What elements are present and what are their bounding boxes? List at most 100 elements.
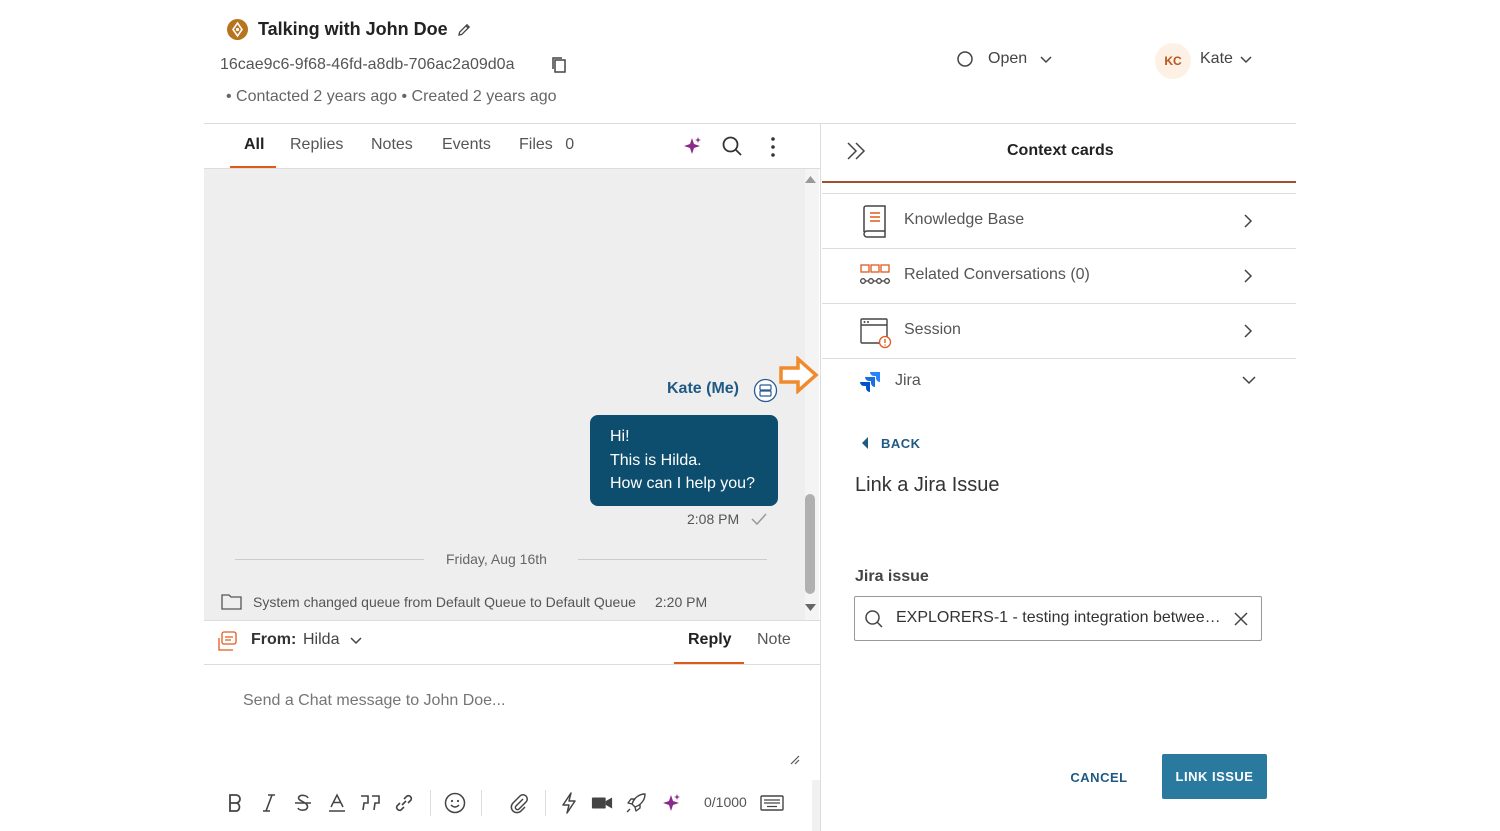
link-icon[interactable]: [393, 792, 415, 814]
message-line: This is Hilda.: [610, 451, 702, 469]
resize-handle-icon[interactable]: [790, 755, 800, 765]
system-event: System changed queue from Default Queue …: [253, 594, 636, 610]
tab-notes[interactable]: Notes: [371, 136, 413, 154]
agent-dropdown[interactable]: Kate: [1200, 50, 1253, 68]
composer-divider: [204, 664, 820, 665]
toolbar-separator: [430, 790, 431, 816]
ai-sparkle-icon[interactable]: [660, 792, 682, 814]
chevron-down-icon: [1239, 52, 1253, 66]
strikethrough-icon[interactable]: [292, 792, 314, 814]
conversation-status-icon: [227, 19, 248, 40]
chat-message-input[interactable]: [243, 692, 783, 710]
lightning-icon[interactable]: [558, 792, 580, 814]
card-related-conversations[interactable]: Related Conversations (0): [822, 249, 1296, 303]
related-conversations-icon: [859, 264, 891, 288]
status-dropdown[interactable]: Open: [956, 50, 1053, 68]
video-icon[interactable]: [591, 792, 613, 814]
card-label: Jira: [895, 372, 921, 389]
back-arrow-icon: [860, 436, 870, 450]
link-jira-title: Link a Jira Issue: [855, 474, 1000, 496]
collapse-panel-icon[interactable]: [845, 141, 867, 161]
emoji-icon[interactable]: [444, 792, 466, 814]
link-issue-button[interactable]: LINK ISSUE: [1162, 754, 1267, 799]
attachment-icon[interactable]: [508, 792, 530, 814]
date-divider-left: [235, 559, 424, 560]
scroll-down-arrow[interactable]: [804, 603, 817, 612]
search-icon[interactable]: [721, 135, 743, 157]
jira-issue-value[interactable]: EXPLORERS-1 - testing integration betwee…: [896, 609, 1221, 627]
from-value: Hilda: [303, 631, 340, 648]
tab-events[interactable]: Events: [442, 136, 491, 154]
agent-name: Kate: [1200, 50, 1233, 67]
composer-scrollbar[interactable]: [812, 780, 820, 831]
tab-note[interactable]: Note: [757, 631, 791, 649]
italic-icon[interactable]: [258, 792, 280, 814]
chevron-down-icon: [349, 633, 363, 647]
copy-icon[interactable]: [550, 56, 568, 74]
tab-all[interactable]: All: [244, 136, 264, 154]
back-link[interactable]: [860, 436, 870, 450]
card-label: Knowledge Base: [904, 211, 1025, 228]
jira-issue-label: Jira issue: [855, 568, 929, 585]
tab-replies[interactable]: Replies: [290, 136, 343, 154]
card-knowledge-base[interactable]: Knowledge Base: [822, 194, 1296, 248]
search-icon: [864, 609, 884, 629]
back-label[interactable]: BACK: [881, 436, 921, 451]
files-count: 0: [565, 136, 575, 153]
chevron-right-icon: [1242, 323, 1254, 339]
session-icon: [859, 317, 893, 349]
ai-sparkle-icon[interactable]: [681, 135, 703, 157]
scroll-up-arrow[interactable]: [804, 175, 817, 184]
avatar[interactable]: KC: [1155, 43, 1191, 79]
rocket-icon[interactable]: [625, 792, 647, 814]
toolbar-separator: [545, 790, 546, 816]
edit-title-icon[interactable]: [456, 22, 472, 38]
date-separator: Friday, Aug 16th: [446, 551, 547, 567]
cancel-button[interactable]: CANCEL: [1064, 760, 1134, 794]
clear-icon[interactable]: [1233, 611, 1249, 627]
book-icon: [860, 204, 888, 238]
card-jira[interactable]: Jira: [822, 359, 1296, 403]
toolbar-separator: [481, 790, 482, 816]
card-session[interactable]: Session: [822, 304, 1296, 358]
chevron-right-icon: [1242, 268, 1254, 284]
message-time: 2:08 PM: [687, 511, 740, 527]
from-dropdown[interactable]: Hilda: [303, 631, 363, 649]
chevron-down-icon: [1039, 52, 1053, 66]
delivered-check-icon: [750, 512, 768, 526]
tab-reply[interactable]: Reply: [688, 631, 732, 649]
chevron-down-icon: [1241, 374, 1257, 386]
page-title: Talking with John Doe: [258, 19, 448, 39]
folder-icon: [221, 593, 242, 610]
from-label: From:: [251, 631, 297, 648]
keyboard-icon[interactable]: [760, 792, 784, 814]
status-circle-icon: [956, 50, 974, 68]
more-options-icon[interactable]: [766, 136, 780, 158]
tab-files[interactable]: Files 0: [519, 136, 574, 154]
jira-logo-icon: [860, 370, 882, 392]
chat-channel-icon: [753, 378, 778, 403]
date-divider-right: [578, 559, 767, 560]
panel-divider: [820, 123, 821, 831]
header-divider: [204, 123, 1296, 124]
card-label: Session: [904, 321, 961, 338]
composer-top-divider: [204, 620, 820, 621]
bold-icon[interactable]: [224, 792, 246, 814]
conversation-id: 16cae9c6-9f68-46fd-a8db-706ac2a09d0a: [220, 56, 515, 73]
callout-arrow-icon: [778, 356, 820, 394]
status-label: Open: [988, 50, 1028, 67]
tab-files-label: Files: [519, 136, 553, 153]
contacted-text: Contacted 2 years ago: [236, 88, 398, 105]
panel-title: Context cards: [1007, 142, 1114, 159]
message-line: How can I help you?: [610, 475, 755, 492]
quote-icon[interactable]: [359, 792, 381, 814]
text-color-icon[interactable]: [326, 792, 348, 814]
created-text: Created 2 years ago: [411, 88, 557, 105]
chat-reply-icon: [217, 629, 241, 653]
chevron-right-icon: [1242, 213, 1254, 229]
message-sender: Kate (Me): [667, 380, 740, 397]
panel-header-underline: [822, 181, 1296, 183]
character-count: 0/1000: [704, 794, 747, 810]
scroll-thumb[interactable]: [805, 494, 815, 594]
message-line: Hi!: [610, 428, 630, 445]
